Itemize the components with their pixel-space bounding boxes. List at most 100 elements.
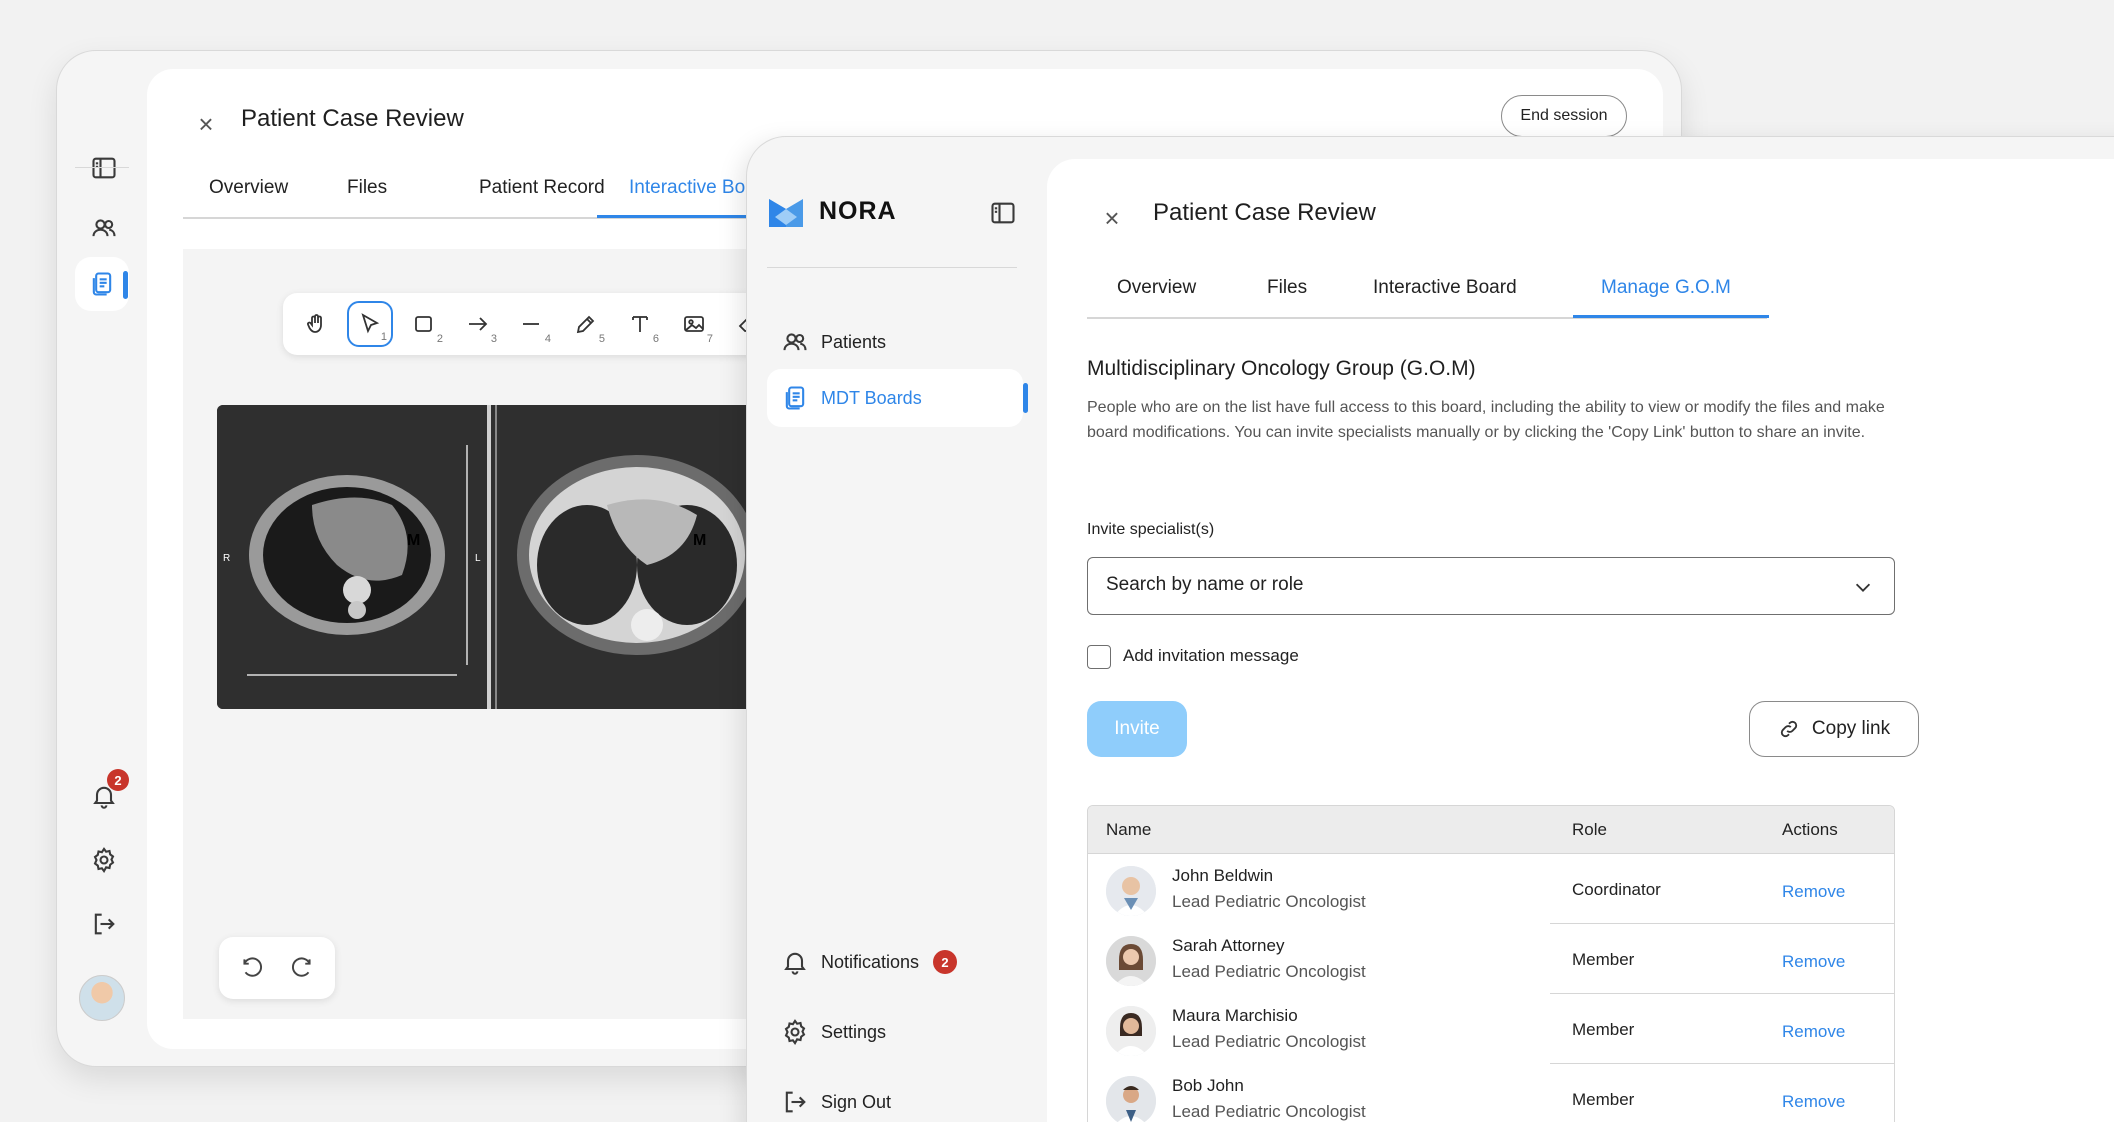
specialist-search-select[interactable]: Search by name or role — [1087, 557, 1895, 615]
avatar — [1106, 1006, 1156, 1056]
rectangle-icon — [415, 316, 432, 332]
user-avatar[interactable] — [79, 975, 125, 1021]
select-tool[interactable]: 1 — [347, 301, 393, 347]
table-row: Bob John Lead Pediatric Oncologist Membe… — [1088, 1064, 1894, 1122]
sidebar-item-label: Settings — [821, 1021, 887, 1042]
member-role: Member — [1572, 1090, 1635, 1109]
pen-tool[interactable]: 5 — [563, 301, 609, 347]
column-header-actions: Actions — [1782, 820, 1838, 839]
sidebar-toggle-icon[interactable] — [83, 147, 125, 189]
document-icon — [785, 386, 805, 410]
member-name: Maura Marchisio — [1172, 1006, 1298, 1025]
copy-link-label: Copy link — [1811, 718, 1891, 739]
drawing-toolbar: 1 2 3 4 5 6 7 — [283, 293, 803, 355]
sidebar-toggle-icon[interactable] — [989, 199, 1019, 229]
mdt-boards-rail-button[interactable] — [75, 257, 129, 311]
add-message-checkbox[interactable] — [1087, 645, 1111, 669]
remove-link[interactable]: Remove — [1782, 882, 1845, 902]
member-role: Member — [1572, 950, 1635, 969]
tool-shortcut: 5 — [598, 333, 605, 345]
arrow-tool[interactable]: 3 — [455, 301, 501, 347]
avatar — [1106, 866, 1156, 916]
chevron-down-icon[interactable] — [1852, 576, 1874, 598]
avatar — [1106, 1076, 1156, 1122]
sidebar-item-sign-out[interactable]: Sign Out — [767, 1073, 1023, 1122]
tab-patient-record[interactable]: Patient Record — [479, 177, 605, 199]
end-session-button[interactable]: End session — [1501, 95, 1627, 137]
table-row: Sarah Attorney Lead Pediatric Oncologist… — [1088, 924, 1894, 994]
rail-divider — [75, 167, 129, 168]
link-icon — [1780, 720, 1798, 738]
section-title: Multidisciplinary Oncology Group (G.O.M) — [1087, 357, 1476, 380]
line-tool[interactable]: 4 — [509, 301, 555, 347]
active-indicator — [1023, 383, 1028, 413]
page-title: Patient Case Review — [241, 105, 464, 132]
main-panel: × Patient Case Review Overview Files Int… — [1047, 159, 2114, 1122]
gear-icon[interactable] — [83, 839, 125, 881]
main-tabs: Overview Files Interactive Board Manage … — [1087, 253, 1769, 319]
sidebar-item-label: Patients — [821, 331, 887, 352]
page-title: Patient Case Review — [1153, 199, 1376, 226]
tool-shortcut: 6 — [652, 333, 659, 345]
sidebar-item-patients[interactable]: Patients — [767, 313, 1023, 371]
ct-scan-image[interactable]: R L M M — [217, 405, 817, 709]
table-row: Maura Marchisio Lead Pediatric Oncologis… — [1088, 994, 1894, 1064]
invite-button[interactable]: Invite — [1087, 701, 1187, 757]
tab-interactive-board[interactable]: Interactive Board — [1373, 277, 1517, 299]
text-icon — [632, 316, 648, 332]
scan-marker-right: R — [223, 553, 230, 564]
tool-shortcut: 4 — [544, 333, 551, 345]
pointer-icon — [361, 313, 380, 334]
redo-icon[interactable] — [289, 955, 315, 981]
users-icon — [783, 333, 807, 351]
image-tool[interactable]: 7 — [671, 301, 717, 347]
member-role: Member — [1572, 1020, 1635, 1039]
member-specialty: Lead Pediatric Oncologist — [1172, 1032, 1366, 1051]
text-tool[interactable]: 6 — [617, 301, 663, 347]
tab-overview[interactable]: Overview — [1117, 277, 1196, 299]
invite-label: Invite specialist(s) — [1087, 521, 1215, 538]
scan-marker-mass: M — [407, 532, 420, 549]
remove-link[interactable]: Remove — [1782, 952, 1845, 972]
section-description: People who are on the list have full acc… — [1087, 399, 1885, 441]
nora-logo-icon — [769, 199, 803, 227]
bell-icon — [784, 952, 806, 975]
tool-shortcut: 1 — [380, 331, 387, 343]
member-role: Coordinator — [1572, 880, 1661, 899]
sign-out-icon[interactable] — [83, 903, 125, 945]
sign-out-icon — [785, 1091, 806, 1113]
document-icon — [92, 272, 112, 296]
member-specialty: Lead Pediatric Oncologist — [1172, 1102, 1366, 1121]
member-name: John Beldwin — [1172, 866, 1274, 885]
sidebar-item-notifications[interactable]: Notifications 2 — [767, 933, 1023, 991]
scan-marker-mass-2: M — [693, 532, 706, 549]
table-row: John Beldwin Lead Pediatric Oncologist C… — [1088, 854, 1894, 924]
undo-icon[interactable] — [239, 955, 265, 981]
line-icon — [523, 323, 539, 325]
tab-files[interactable]: Files — [1267, 277, 1307, 299]
brand-name: NORA — [819, 197, 897, 225]
notification-badge: 2 — [107, 769, 129, 791]
close-icon[interactable]: × — [1097, 203, 1127, 233]
sidebar-item-mdt-boards[interactable]: MDT Boards — [767, 369, 1023, 427]
member-name: Bob John — [1172, 1076, 1244, 1095]
sidebar-item-settings[interactable]: Settings — [767, 1003, 1023, 1061]
close-icon[interactable]: × — [191, 109, 221, 139]
sidebar-item-label: Sign Out — [821, 1091, 892, 1112]
tab-overview[interactable]: Overview — [209, 177, 288, 199]
tool-shortcut: 7 — [706, 333, 713, 345]
tab-files[interactable]: Files — [347, 177, 387, 199]
remove-link[interactable]: Remove — [1782, 1092, 1845, 1112]
notification-badge: 2 — [933, 950, 958, 974]
hand-tool[interactable] — [293, 301, 339, 347]
tool-shortcut: 3 — [490, 333, 497, 345]
tab-manage-gom[interactable]: Manage G.O.M — [1601, 277, 1731, 299]
sidebar-item-label: Notifications — [821, 951, 920, 972]
tab-interactive-board[interactable]: Interactive Bo — [629, 177, 745, 199]
copy-link-button[interactable]: Copy link — [1749, 701, 1919, 757]
users-icon[interactable] — [83, 207, 125, 249]
sidebar-divider — [767, 267, 1017, 268]
rectangle-tool[interactable]: 2 — [401, 301, 447, 347]
remove-link[interactable]: Remove — [1782, 1022, 1845, 1042]
column-header-role: Role — [1572, 820, 1607, 839]
